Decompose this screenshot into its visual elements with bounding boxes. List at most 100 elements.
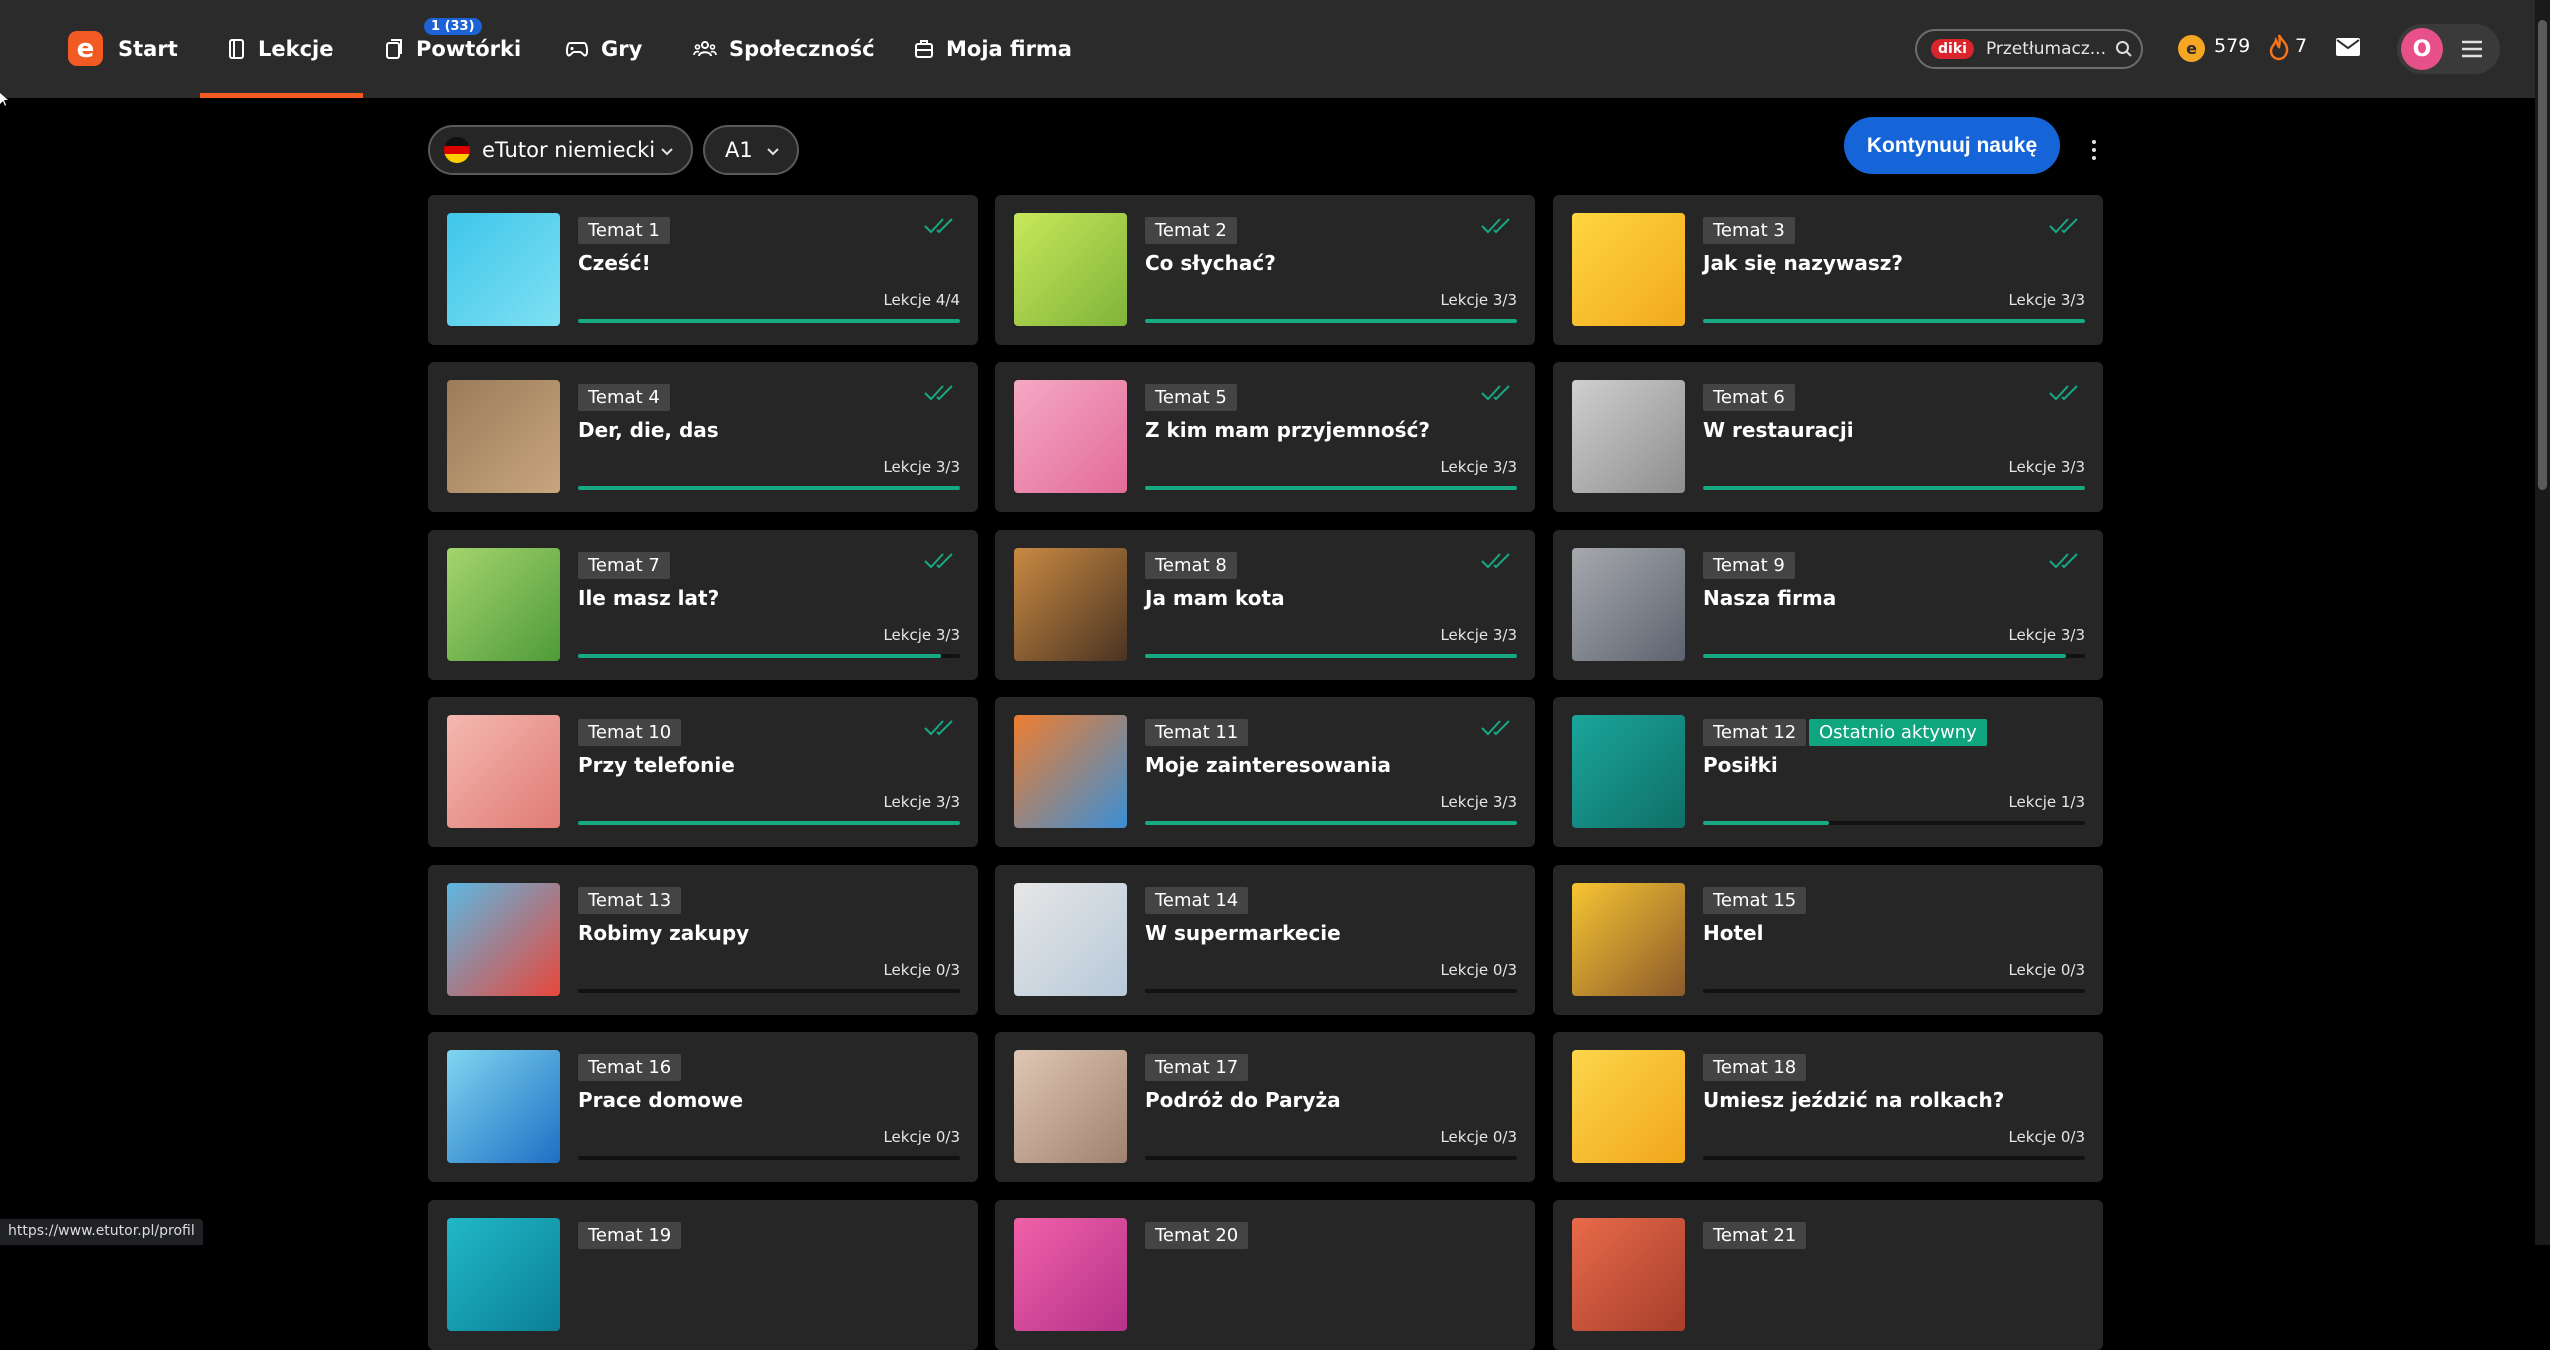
nav-community-label: Społeczność	[729, 37, 875, 61]
topic-card[interactable]: Temat 16 Prace domowe Lekcje 0/3	[428, 1032, 978, 1182]
nav-community[interactable]: Społeczność	[693, 0, 875, 98]
topic-thumbnail[interactable]	[1014, 1050, 1127, 1163]
topic-progress-fill	[578, 654, 941, 658]
lessons-count: Lekcje 3/3	[883, 626, 960, 644]
topic-thumbnail[interactable]	[1572, 883, 1685, 996]
search-icon[interactable]	[2115, 40, 2133, 58]
topic-progress-fill	[1703, 821, 1830, 825]
topic-card[interactable]: Temat 20	[995, 1200, 1535, 1350]
topic-thumbnail[interactable]	[447, 1218, 560, 1331]
topic-card[interactable]: Temat 5 Z kim mam przyjemność? Lekcje 3/3	[995, 362, 1535, 512]
dictionary-search[interactable]: diki Przetłumacz...	[1915, 29, 2143, 69]
dictionary-search-input[interactable]: Przetłumacz...	[1986, 39, 2111, 59]
topic-title: Ja mam kota	[1145, 586, 1285, 610]
nav-start[interactable]: Start	[118, 0, 178, 98]
topic-card[interactable]: Temat 10 Przy telefonie Lekcje 3/3	[428, 697, 978, 847]
topic-progress-fill	[578, 319, 960, 323]
topic-thumbnail[interactable]	[447, 213, 560, 326]
topic-thumbnail[interactable]	[1014, 380, 1127, 493]
more-options-icon[interactable]	[2090, 138, 2098, 162]
course-select[interactable]: eTutor niemiecki	[428, 125, 693, 175]
mail-icon[interactable]	[2335, 36, 2361, 58]
nav-reviews[interactable]: Powtórki 1 (33)	[384, 0, 521, 98]
topic-thumbnail[interactable]	[1572, 380, 1685, 493]
double-check-icon	[2049, 553, 2078, 569]
topic-card[interactable]: Temat 1 Cześć! Lekcje 4/4	[428, 195, 978, 345]
topic-progress-fill	[578, 486, 960, 490]
nav-games[interactable]: Gry	[565, 0, 642, 98]
topic-card[interactable]: Temat 7 Ile masz lat? Lekcje 3/3	[428, 530, 978, 680]
topic-card[interactable]: Temat 18 Umiesz jeździć na rolkach? Lekcje…	[1553, 1032, 2103, 1182]
coin-count: 579	[2214, 35, 2251, 57]
topic-thumbnail[interactable]	[1572, 715, 1685, 828]
lessons-count: Lekcje 0/3	[2008, 961, 2085, 979]
nav-company[interactable]: Moja firma	[914, 0, 1072, 98]
topic-title: W supermarkecie	[1145, 921, 1341, 945]
topic-card[interactable]: Temat 19	[428, 1200, 978, 1350]
topic-number-label: Temat 7	[578, 552, 670, 579]
topic-card[interactable]: Temat 8 Ja mam kota Lekcje 3/3	[995, 530, 1535, 680]
topic-progress-bar	[1145, 989, 1517, 993]
topic-title: Prace domowe	[578, 1088, 744, 1112]
topic-thumbnail[interactable]	[447, 883, 560, 996]
topic-progress-bar	[1703, 654, 2085, 658]
topic-title: Podróż do Paryża	[1145, 1088, 1341, 1112]
nav-lessons[interactable]: Lekcje	[199, 0, 365, 98]
topic-progress-bar	[578, 989, 960, 993]
diki-logo: diki	[1931, 39, 1974, 59]
nav-games-label: Gry	[601, 37, 643, 61]
topic-thumbnail[interactable]	[447, 1050, 560, 1163]
topic-thumbnail[interactable]	[1572, 213, 1685, 326]
hamburger-menu-icon[interactable]	[2460, 39, 2484, 59]
topic-thumbnail[interactable]	[1572, 1050, 1685, 1163]
etutor-logo[interactable]: e	[68, 31, 103, 66]
lessons-count: Lekcje 3/3	[1440, 793, 1517, 811]
topic-card[interactable]: Temat 9 Nasza firma Lekcje 3/3	[1553, 530, 2103, 680]
page-scrollbar[interactable]	[2535, 0, 2550, 1245]
topic-thumbnail[interactable]	[447, 548, 560, 661]
topic-thumbnail[interactable]	[447, 380, 560, 493]
topic-progress-bar	[1145, 486, 1517, 490]
topic-card[interactable]: Temat 13 Robimy zakupy Lekcje 0/3	[428, 865, 978, 1015]
double-check-icon	[924, 720, 953, 736]
double-check-icon	[1481, 385, 1510, 401]
topic-thumbnail[interactable]	[1014, 1218, 1127, 1331]
continue-learning-button[interactable]: Kontynuuj naukę	[1844, 117, 2060, 174]
lessons-count: Lekcje 3/3	[883, 793, 960, 811]
nav-start-label: Start	[118, 37, 178, 61]
topic-card[interactable]: Temat 11 Moje zainteresowania Lekcje 3/3	[995, 697, 1535, 847]
topic-card[interactable]: Temat 6 W restauracji Lekcje 3/3	[1553, 362, 2103, 512]
level-select[interactable]: A1	[703, 125, 799, 175]
topic-card[interactable]: Temat 21	[1553, 1200, 2103, 1350]
building-icon	[915, 40, 933, 58]
double-check-icon	[1481, 553, 1510, 569]
topic-card[interactable]: Temat 15 Hotel Lekcje 0/3	[1553, 865, 2103, 1015]
streak-count: 7	[2295, 35, 2308, 57]
topic-number-label: Temat 16	[578, 1054, 682, 1081]
lessons-count: Lekcje 0/3	[883, 1128, 960, 1146]
topic-thumbnail[interactable]	[1572, 1218, 1685, 1331]
topic-thumbnail[interactable]	[447, 715, 560, 828]
lessons-count: Lekcje 4/4	[883, 291, 960, 309]
topic-card[interactable]: Temat 12 Ostatnio aktywny Posiłki Lekcje 1/…	[1553, 697, 2103, 847]
topic-thumbnail[interactable]	[1014, 715, 1127, 828]
topic-thumbnail[interactable]	[1014, 213, 1127, 326]
level-select-value: A1	[725, 138, 753, 162]
user-menu[interactable]: O	[2397, 24, 2500, 74]
topic-card[interactable]: Temat 3 Jak się nazywasz? Lekcje 3/3	[1553, 195, 2103, 345]
topic-card[interactable]: Temat 2 Co słychać? Lekcje 3/3	[995, 195, 1535, 345]
double-check-icon	[1481, 218, 1510, 234]
topic-thumbnail[interactable]	[1014, 548, 1127, 661]
topic-progress-bar	[1145, 319, 1517, 323]
scrollbar-thumb[interactable]	[2538, 20, 2547, 490]
topic-thumbnail[interactable]	[1572, 548, 1685, 661]
topic-card[interactable]: Temat 14 W supermarkecie Lekcje 0/3	[995, 865, 1535, 1015]
topic-card[interactable]: Temat 17 Podróż do Paryża Lekcje 0/3	[995, 1032, 1535, 1182]
double-check-icon	[2049, 385, 2078, 401]
book-icon	[229, 39, 244, 59]
topic-thumbnail[interactable]	[1014, 883, 1127, 996]
topic-card[interactable]: Temat 4 Der, die, das Lekcje 3/3	[428, 362, 978, 512]
chevron-down-icon	[661, 148, 673, 156]
topic-number-label: Temat 14	[1145, 887, 1249, 914]
avatar[interactable]: O	[2401, 28, 2443, 70]
